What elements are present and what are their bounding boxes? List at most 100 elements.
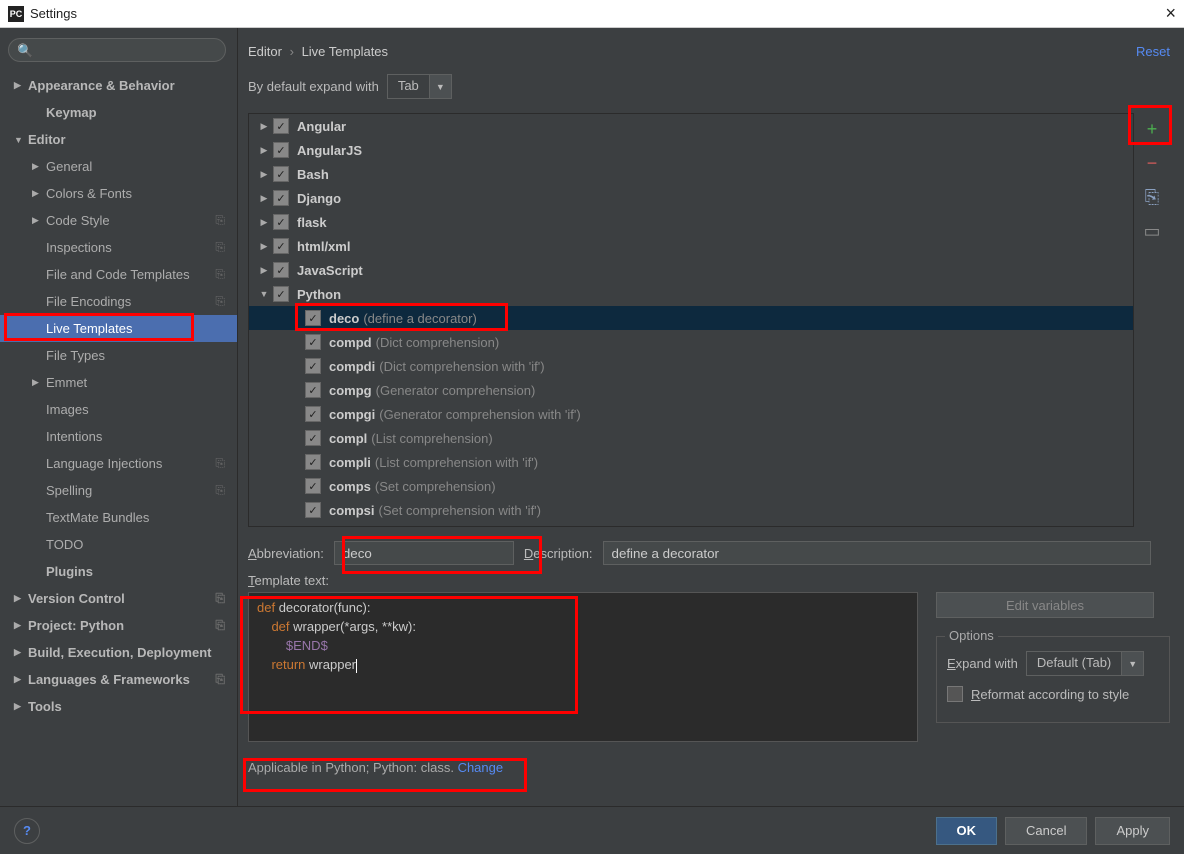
template-item[interactable]: ✓compli (List comprehension with 'if') [249, 450, 1133, 474]
sidebar-item[interactable]: ▼Editor [0, 126, 237, 153]
reformat-checkbox[interactable] [947, 686, 963, 702]
tree-arrow-icon: ▼ [255, 289, 273, 299]
template-checkbox[interactable]: ✓ [305, 382, 321, 398]
template-group[interactable]: ▶✓Angular [249, 114, 1133, 138]
reset-link[interactable]: Reset [1136, 44, 1170, 59]
apply-button[interactable]: Apply [1095, 817, 1170, 845]
add-button[interactable]: + [1140, 117, 1164, 141]
settings-sidebar: 🔍 ▶Appearance & BehaviorKeymap▼Editor▶Ge… [0, 28, 238, 806]
paste-button[interactable]: ▭ [1140, 219, 1164, 243]
scheme-icon: ⎘ [215, 618, 225, 633]
copy-button[interactable]: ⎘ [1140, 185, 1164, 209]
template-item[interactable]: ✓compd (Dict comprehension) [249, 330, 1133, 354]
group-checkbox[interactable]: ✓ [273, 118, 289, 134]
sidebar-item-label: Editor [28, 132, 66, 147]
tree-arrow-icon: ▶ [14, 701, 28, 712]
sidebar-item[interactable]: ▶Build, Execution, Deployment [0, 639, 237, 666]
template-group[interactable]: ▶✓flask [249, 210, 1133, 234]
template-checkbox[interactable]: ✓ [305, 406, 321, 422]
template-item[interactable]: ✓deco (define a decorator) [249, 306, 1133, 330]
template-group[interactable]: ▶✓ Bash [249, 162, 1133, 186]
sidebar-item[interactable]: ▶Languages & Frameworks⎘ [0, 666, 237, 693]
template-group[interactable]: ▶✓AngularJS [249, 138, 1133, 162]
template-editor[interactable]: def decorator(func): def wrapper(*args, … [248, 592, 918, 742]
sidebar-item[interactable]: TextMate Bundles [0, 504, 237, 531]
template-item[interactable]: ✓compg (Generator comprehension) [249, 378, 1133, 402]
sidebar-item[interactable]: Intentions [0, 423, 237, 450]
tree-arrow-icon: ▶ [14, 620, 28, 631]
sidebar-item[interactable]: ▶General [0, 153, 237, 180]
template-checkbox[interactable]: ✓ [305, 358, 321, 374]
template-item[interactable]: ✓comps (Set comprehension) [249, 474, 1133, 498]
ok-button[interactable]: OK [936, 817, 998, 845]
template-group[interactable]: ▶✓JavaScript [249, 258, 1133, 282]
sidebar-item[interactable]: Images [0, 396, 237, 423]
change-link[interactable]: Change [458, 760, 504, 775]
scheme-icon: ⎘ [215, 483, 225, 498]
sidebar-item[interactable]: Keymap [0, 99, 237, 126]
description-input[interactable] [603, 541, 1151, 565]
template-checkbox[interactable]: ✓ [305, 334, 321, 350]
sidebar-item[interactable]: ▶Colors & Fonts [0, 180, 237, 207]
sidebar-item[interactable]: ▶Version Control⎘ [0, 585, 237, 612]
template-checkbox[interactable]: ✓ [305, 430, 321, 446]
expand-with-combo[interactable]: Default (Tab) ▼ [1026, 651, 1144, 676]
window-title: Settings [30, 6, 77, 21]
sidebar-item-label: Build, Execution, Deployment [28, 645, 211, 660]
abbreviation-input[interactable] [334, 541, 514, 565]
group-checkbox[interactable]: ✓ [273, 142, 289, 158]
template-group[interactable]: ▶✓Django [249, 186, 1133, 210]
tree-arrow-icon: ▶ [255, 169, 273, 180]
sidebar-item[interactable]: File Encodings⎘ [0, 288, 237, 315]
chevron-down-icon: ▼ [429, 75, 451, 98]
group-checkbox[interactable]: ✓ [273, 238, 289, 254]
template-checkbox[interactable]: ✓ [305, 478, 321, 494]
tree-arrow-icon: ▶ [32, 377, 46, 388]
template-group[interactable]: ▼✓Python [249, 282, 1133, 306]
breadcrumb: Editor › Live Templates [248, 44, 388, 59]
sidebar-item[interactable]: ▶Code Style⎘ [0, 207, 237, 234]
template-item[interactable]: ✓compgi (Generator comprehension with 'i… [249, 402, 1133, 426]
template-checkbox[interactable]: ✓ [305, 454, 321, 470]
expand-combo[interactable]: Tab ▼ [387, 74, 452, 99]
group-checkbox[interactable]: ✓ [273, 190, 289, 206]
options-frame: Options Expand with Default (Tab) ▼ Refo… [936, 636, 1170, 723]
sidebar-item-label: File and Code Templates [46, 267, 190, 282]
template-item[interactable]: ✓compl (List comprehension) [249, 426, 1133, 450]
sidebar-item[interactable]: File Types [0, 342, 237, 369]
template-desc: (define a decorator) [363, 311, 476, 326]
template-item[interactable]: ✓compsi (Set comprehension with 'if') [249, 498, 1133, 522]
sidebar-item[interactable]: ▶Tools [0, 693, 237, 720]
sidebar-item[interactable]: File and Code Templates⎘ [0, 261, 237, 288]
sidebar-item[interactable]: Plugins [0, 558, 237, 585]
sidebar-item[interactable]: Spelling⎘ [0, 477, 237, 504]
group-checkbox[interactable]: ✓ [273, 214, 289, 230]
template-group[interactable]: ▶✓html/xml [249, 234, 1133, 258]
sidebar-item[interactable]: TODO [0, 531, 237, 558]
help-button[interactable]: ? [14, 818, 40, 844]
group-label: Bash [297, 167, 329, 182]
tree-arrow-icon: ▶ [32, 161, 46, 172]
sidebar-item[interactable]: ▶Emmet [0, 369, 237, 396]
template-checkbox[interactable]: ✓ [305, 310, 321, 326]
sidebar-item[interactable]: Live Templates [0, 315, 237, 342]
template-desc: (Dict comprehension with 'if') [379, 359, 544, 374]
group-checkbox[interactable]: ✓ [273, 286, 289, 302]
sidebar-item-label: Live Templates [46, 321, 132, 336]
group-checkbox[interactable]: ✓ [273, 166, 289, 182]
edit-variables-button[interactable]: Edit variables [936, 592, 1154, 618]
sidebar-item[interactable]: Inspections⎘ [0, 234, 237, 261]
tree-arrow-icon: ▶ [255, 265, 273, 276]
template-list[interactable]: ▶✓Angular▶✓AngularJS▶✓Bash▶✓Django▶✓flas… [248, 113, 1134, 527]
cancel-button[interactable]: Cancel [1005, 817, 1087, 845]
search-input[interactable] [8, 38, 226, 62]
remove-button[interactable]: − [1140, 151, 1164, 175]
sidebar-item[interactable]: ▶Project: Python⎘ [0, 612, 237, 639]
template-abbr: compl [329, 431, 367, 446]
template-item[interactable]: ✓compdi (Dict comprehension with 'if') [249, 354, 1133, 378]
template-checkbox[interactable]: ✓ [305, 502, 321, 518]
group-checkbox[interactable]: ✓ [273, 262, 289, 278]
sidebar-item[interactable]: ▶Appearance & Behavior [0, 72, 237, 99]
sidebar-item[interactable]: Language Injections⎘ [0, 450, 237, 477]
close-icon[interactable]: × [1165, 3, 1176, 24]
